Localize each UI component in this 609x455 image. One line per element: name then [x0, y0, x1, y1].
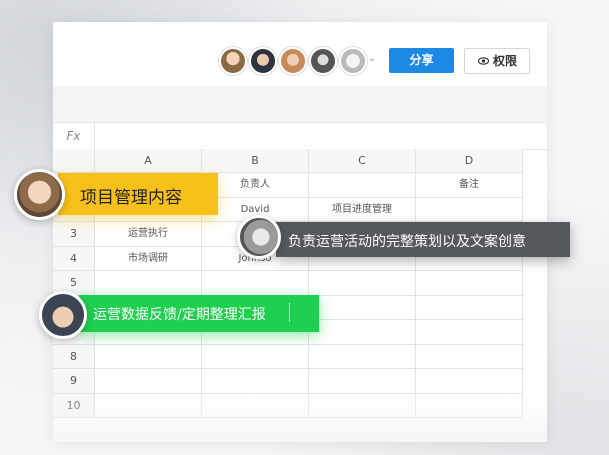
table-cell[interactable] — [309, 344, 416, 369]
table-cell[interactable]: 市场调研 — [95, 246, 202, 271]
collaborator-avatar[interactable] — [219, 47, 247, 75]
column-header[interactable]: B — [202, 149, 309, 173]
dark-callout: 负责运营活动的完整策划以及文案创意 — [276, 222, 570, 257]
text-caret — [289, 303, 290, 322]
chevron-down-icon[interactable]: ⌄ — [368, 53, 376, 64]
table-cell[interactable] — [202, 271, 309, 296]
table-cell[interactable]: 负责人 — [202, 173, 309, 198]
green-callout-text: 运营数据反馈/定期整理汇报 — [93, 307, 266, 323]
fade-overlay — [53, 387, 547, 442]
dark-callout-text: 负责运营活动的完整策划以及文案创意 — [288, 234, 526, 250]
user-avatar-male — [39, 291, 87, 339]
row-header[interactable]: 3 — [53, 222, 95, 247]
row-header[interactable]: 4 — [53, 246, 95, 271]
table-cell[interactable]: 项目进度管理 — [309, 197, 416, 222]
table-cell[interactable] — [309, 295, 416, 320]
table-cell[interactable] — [309, 320, 416, 345]
row-header[interactable]: 8 — [53, 344, 95, 369]
eye-icon — [478, 57, 489, 65]
column-header[interactable]: C — [309, 149, 416, 173]
table-cell[interactable] — [95, 271, 202, 296]
table-cell[interactable] — [309, 271, 416, 296]
table-cell[interactable]: 运营执行 — [95, 222, 202, 247]
table-cell[interactable]: 备注 — [416, 173, 523, 198]
table-cell[interactable] — [95, 344, 202, 369]
yellow-callout: 项目管理内容 — [58, 173, 218, 215]
collaborator-avatar[interactable] — [339, 47, 367, 75]
yellow-callout-text: 项目管理内容 — [80, 188, 182, 208]
table-cell[interactable] — [202, 344, 309, 369]
permission-button[interactable]: 权限 — [464, 48, 530, 74]
grid-corner — [53, 149, 95, 173]
collaborator-avatar[interactable] — [309, 47, 337, 75]
collaborator-avatar[interactable] — [249, 47, 277, 75]
fx-label: Fx — [53, 123, 95, 149]
permission-label: 权限 — [493, 54, 518, 68]
table-cell[interactable] — [416, 344, 523, 369]
toolbar-band — [53, 86, 547, 123]
column-header[interactable]: D — [416, 149, 523, 173]
collaborator-avatar[interactable] — [279, 47, 307, 75]
share-button[interactable]: 分享 — [389, 48, 454, 73]
table-cell[interactable] — [416, 271, 523, 296]
table-cell[interactable] — [309, 173, 416, 198]
table-cell[interactable] — [416, 197, 523, 222]
user-avatar-pet — [237, 215, 281, 259]
green-callout: 运营数据反馈/定期整理汇报 — [79, 295, 319, 332]
top-toolbar: ⌄ 分享 权限 — [53, 22, 547, 86]
user-avatar-female — [14, 169, 65, 220]
formula-bar[interactable]: Fx — [53, 123, 547, 150]
table-cell[interactable] — [416, 295, 523, 320]
column-header[interactable]: A — [95, 149, 202, 173]
table-cell[interactable] — [416, 320, 523, 345]
